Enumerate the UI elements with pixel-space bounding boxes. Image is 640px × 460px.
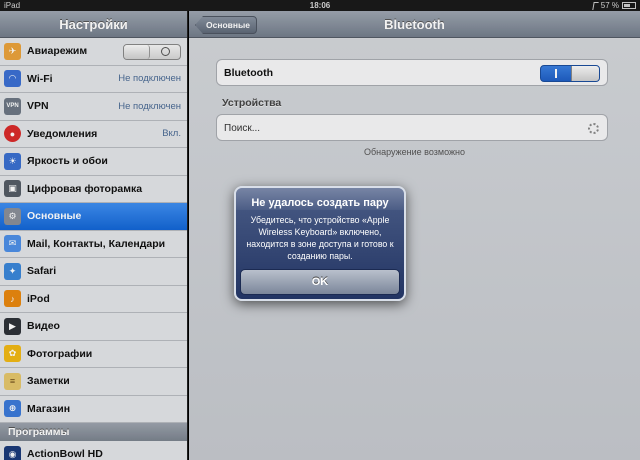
alert-title: Не удалось создать пару (251, 197, 389, 209)
alert-message: Убедитесь, что устройство «Apple Wireles… (246, 215, 394, 261)
ok-button[interactable]: OK (240, 269, 400, 295)
pairing-failed-alert: Не удалось создать пару Убедитесь, что у… (234, 186, 406, 301)
